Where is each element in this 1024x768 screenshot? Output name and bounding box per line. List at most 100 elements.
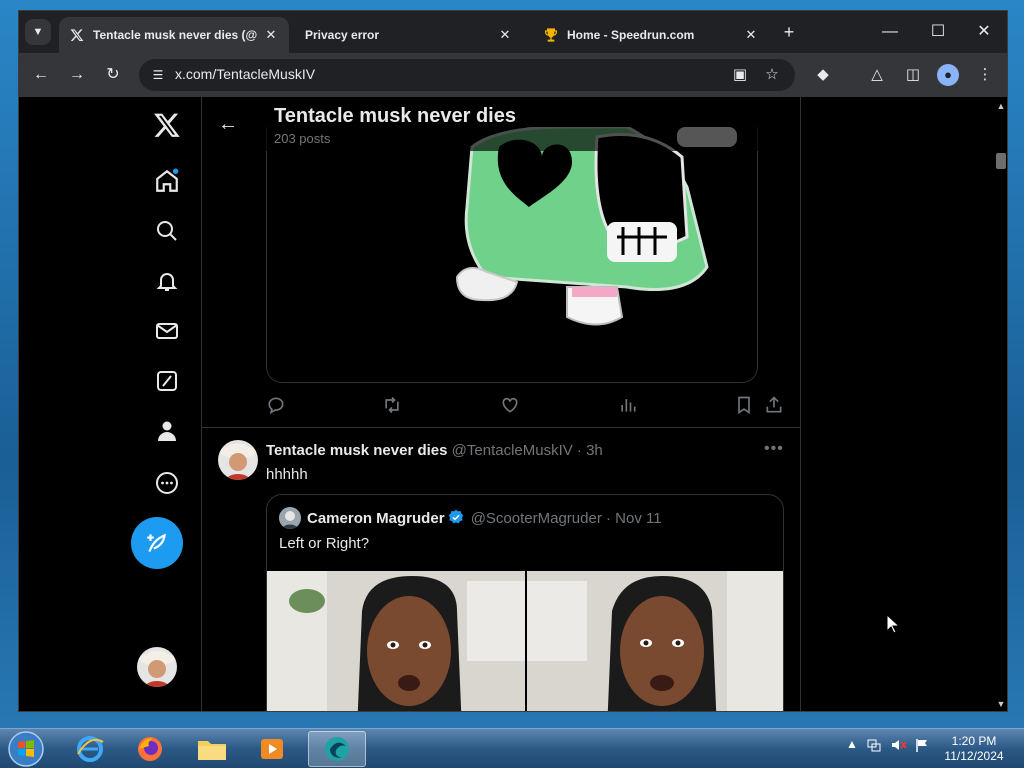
quoted-images — [267, 571, 783, 711]
tab-twitter-profile[interactable]: Tentacle musk never dies (@Te ✕ — [59, 17, 289, 53]
post-actions — [266, 395, 786, 419]
taskbar-file-explorer[interactable] — [186, 731, 238, 767]
install-app-icon[interactable]: ▣ — [729, 65, 751, 85]
like-heart-icon[interactable] — [500, 395, 522, 417]
labs-flask-icon[interactable]: △ — [865, 63, 889, 87]
system-clock[interactable]: 1:20 PM 11/12/2024 — [934, 734, 1014, 764]
clock-time: 1:20 PM — [951, 734, 997, 748]
taskbar-browser[interactable] — [308, 731, 366, 767]
close-window-button[interactable]: ✕ — [961, 17, 1007, 47]
cartoon-image — [267, 127, 757, 382]
scroll-up-arrow-icon[interactable]: ▲ — [995, 101, 1007, 113]
more-options-icon[interactable]: ••• — [764, 440, 784, 458]
taskbar-internet-explorer[interactable] — [64, 731, 116, 767]
verified-badge-icon — [448, 509, 464, 525]
tab-title: Privacy error — [305, 28, 380, 42]
clock-date: 11/12/2024 — [944, 749, 1004, 763]
show-hidden-icons-arrow-icon[interactable]: ▲ — [846, 737, 858, 751]
taskbar-media-player[interactable] — [246, 731, 298, 767]
tab-title: Home - Speedrun.com — [567, 28, 695, 42]
tab-close-icon[interactable]: ✕ — [743, 27, 759, 43]
volume-muted-icon[interactable] — [890, 737, 908, 756]
post[interactable]: Tentacle musk never dies @TentacleMuskIV… — [202, 428, 800, 711]
bookmark-icon[interactable] — [734, 395, 756, 417]
tab-bar: ▼ Tentacle musk never dies (@Te ✕ Privac… — [19, 11, 1007, 53]
messages-envelope-icon[interactable] — [141, 311, 193, 351]
minimize-button[interactable]: — — [867, 17, 913, 47]
side-panel-icon[interactable]: ◫ — [901, 63, 925, 87]
profile-header: ← Tentacle musk never dies 203 posts — [202, 97, 800, 151]
action-center-flag-icon[interactable] — [914, 737, 930, 756]
quoted-author-name: Cameron Magruder — [307, 510, 445, 527]
profile-name: Tentacle musk never dies — [274, 105, 516, 127]
home-icon[interactable] — [141, 161, 193, 201]
views-chart-icon[interactable] — [618, 395, 640, 417]
tab-search-button[interactable]: ▼ — [25, 19, 51, 45]
page-scrollbar[interactable]: ▲ ▼ — [993, 97, 1007, 711]
tab-close-icon[interactable]: ✕ — [263, 27, 279, 43]
x-page: ← Tentacle musk never dies 203 posts Ten… — [19, 97, 993, 711]
browser-window: ▼ Tentacle musk never dies (@Te ✕ Privac… — [18, 10, 1008, 712]
tab-privacy-error[interactable]: Privacy error ✕ — [295, 17, 523, 53]
quoted-author-meta: @ScooterMagruder · Nov 11 — [470, 510, 662, 527]
more-circle-icon[interactable] — [141, 463, 193, 503]
quoted-post[interactable]: Cameron Magruder @ScooterMagruder · Nov … — [266, 494, 784, 711]
profile-timeline: ← Tentacle musk never dies 203 posts Ten… — [201, 97, 801, 711]
share-icon[interactable] — [764, 395, 786, 417]
mouse-cursor-icon — [886, 613, 901, 634]
internet-explorer-icon — [77, 736, 104, 762]
scroll-thumb[interactable] — [996, 153, 1006, 169]
profile-avatar-icon[interactable]: ● — [937, 64, 959, 86]
quoted-image-right[interactable] — [527, 571, 783, 711]
tab-title: Tentacle musk never dies (@Te — [93, 28, 257, 42]
x-logo-icon[interactable] — [141, 105, 193, 145]
browser-toolbar: ← → ↻ ☰ x.com/TentacleMuskIV ▣ ☆ ◆ △ ◫ ●… — [19, 53, 1007, 97]
quoted-image-left[interactable] — [267, 571, 525, 711]
windows-logo-icon — [8, 731, 44, 767]
trophy-icon — [543, 27, 559, 43]
url-text: x.com/TentacleMuskIV — [175, 66, 316, 82]
compose-post-button[interactable] — [131, 517, 183, 569]
account-avatar[interactable] — [137, 647, 177, 687]
profile-person-icon[interactable] — [141, 411, 193, 451]
back-button[interactable]: ← — [29, 63, 53, 87]
search-icon[interactable] — [141, 211, 193, 251]
side-navigation — [129, 97, 199, 711]
bookmark-star-icon[interactable]: ☆ — [761, 65, 783, 85]
site-settings-icon[interactable]: ☰ — [149, 66, 167, 84]
new-tab-button[interactable]: + — [777, 21, 801, 45]
forward-button[interactable]: → — [65, 63, 89, 87]
windows-taskbar: ▲ 1:20 PM 11/12/2024 — [0, 728, 1024, 768]
menu-kebab-icon[interactable]: ⋮ — [973, 63, 997, 87]
maximize-button[interactable]: ☐ — [915, 17, 961, 47]
post-author-avatar[interactable] — [218, 440, 258, 480]
post-text: hhhhh — [266, 466, 308, 483]
posts-count: 203 posts — [274, 131, 331, 146]
start-button[interactable] — [6, 730, 46, 768]
network-icon[interactable] — [866, 737, 882, 756]
quoted-author-avatar — [279, 507, 301, 529]
scroll-down-arrow-icon[interactable]: ▼ — [995, 699, 1007, 711]
quoted-header: Cameron Magruder @ScooterMagruder · Nov … — [307, 509, 662, 527]
grok-icon[interactable] — [141, 361, 193, 401]
post-media[interactable] — [266, 127, 758, 383]
post-author-meta: @TentacleMuskIV · 3h — [451, 442, 603, 459]
extensions-icon[interactable]: ◆ — [811, 63, 835, 87]
quoted-text: Left or Right? — [279, 535, 370, 552]
feather-plus-icon — [147, 533, 166, 553]
taskbar-firefox[interactable] — [124, 731, 176, 767]
browser-app-icon — [325, 737, 349, 761]
repost-icon[interactable] — [382, 395, 404, 417]
chevron-down-icon: ▼ — [32, 26, 44, 38]
firefox-icon — [138, 737, 162, 761]
back-arrow-icon[interactable]: ← — [218, 113, 238, 136]
notifications-bell-icon[interactable] — [141, 261, 193, 301]
tab-speedrun[interactable]: Home - Speedrun.com ✕ — [533, 17, 769, 53]
folder-icon — [198, 741, 226, 760]
x-logo-icon — [69, 27, 85, 43]
post-author-name[interactable]: Tentacle musk never dies — [266, 442, 447, 459]
reply-icon[interactable] — [266, 395, 288, 417]
address-bar[interactable]: ☰ x.com/TentacleMuskIV ▣ ☆ — [139, 59, 795, 91]
tab-close-icon[interactable]: ✕ — [497, 27, 513, 43]
reload-button[interactable]: ↻ — [101, 63, 125, 87]
